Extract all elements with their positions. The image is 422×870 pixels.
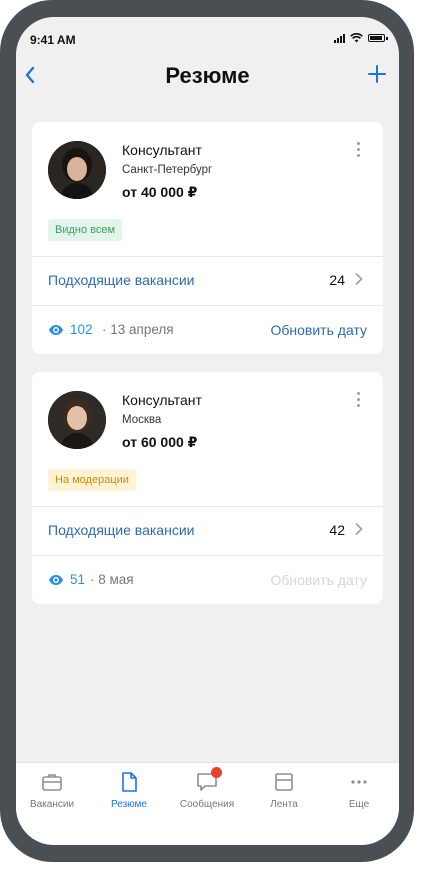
signal-icon: [334, 33, 345, 43]
tab-feed[interactable]: Лента: [254, 771, 314, 810]
resume-position: Консультант: [122, 392, 202, 408]
views-row: 102 · 13 апреля Обновить дату: [32, 306, 383, 354]
more-options-icon[interactable]: [355, 392, 361, 407]
tab-more[interactable]: Еще: [329, 771, 389, 810]
update-date: · 13 апреля: [102, 322, 174, 337]
update-date-button[interactable]: Обновить дату: [271, 572, 368, 588]
add-resume-button[interactable]: [365, 59, 389, 89]
tab-label: Сообщения: [179, 799, 235, 810]
status-badge: На модерации: [48, 469, 136, 491]
matching-vacancies-count: 42: [329, 522, 345, 538]
resume-salary: от 60 000 ₽: [122, 434, 198, 450]
eye-icon: [49, 575, 63, 585]
tab-label: Лента: [270, 799, 298, 810]
tab-vacancies[interactable]: Вакансии: [22, 771, 82, 810]
tab-resume[interactable]: Резюме: [99, 771, 159, 810]
resume-card[interactable]: Консультант Москва от 60 000 ₽ На модера…: [32, 372, 383, 604]
update-date-button[interactable]: Обновить дату: [271, 322, 368, 338]
resume-position: Консультант: [122, 142, 202, 158]
tab-label: Резюме: [111, 799, 147, 810]
status-icons: [334, 33, 388, 43]
plus-icon: [368, 65, 386, 83]
avatar: [48, 141, 106, 199]
resume-city: Москва: [122, 414, 162, 426]
feed-icon: [273, 771, 295, 793]
eye-icon: [49, 325, 63, 335]
matching-vacancies-row[interactable]: Подходящие вакансии 24: [32, 257, 383, 305]
chevron-right-icon: [355, 522, 363, 539]
more-icon: [348, 771, 370, 793]
matching-vacancies-count: 24: [329, 272, 345, 288]
resume-card[interactable]: Консультант Санкт-Петербург от 40 000 ₽ …: [32, 122, 383, 354]
resume-city: Санкт-Петербург: [122, 164, 213, 176]
app-screen: 9:41 AM Резюме Консультант Санкт-Петербу…: [16, 17, 399, 845]
tab-messages[interactable]: Сообщения: [177, 767, 237, 810]
avatar: [48, 391, 106, 449]
device-frame: 9:41 AM Резюме Консультант Санкт-Петербу…: [0, 0, 414, 862]
update-date: · 8 мая: [90, 572, 134, 587]
nav-bar: Резюме: [16, 59, 399, 95]
notification-dot: [211, 767, 222, 778]
tab-label: Вакансии: [29, 799, 75, 810]
wifi-icon: [350, 33, 363, 43]
document-icon: [118, 771, 140, 793]
views-count: 102: [70, 322, 93, 337]
matching-vacancies-row[interactable]: Подходящие вакансии 42: [32, 507, 383, 555]
tab-label: Еще: [348, 799, 370, 810]
matching-vacancies-label: Подходящие вакансии: [48, 522, 195, 538]
matching-vacancies-label: Подходящие вакансии: [48, 272, 195, 288]
status-time: 9:41 AM: [30, 33, 76, 47]
views-count: 51: [70, 572, 86, 587]
page-title: Резюме: [165, 63, 250, 88]
status-bar: 9:41 AM: [16, 17, 399, 53]
briefcase-icon: [41, 771, 63, 793]
chat-icon: [196, 767, 222, 793]
tab-bar: Вакансии Резюме Сообщения Лента Еще: [16, 762, 399, 845]
resume-salary: от 40 000 ₽: [122, 184, 198, 200]
more-options-icon[interactable]: [355, 142, 361, 157]
views-row: 51 · 8 мая Обновить дату: [32, 556, 383, 604]
chevron-right-icon: [355, 272, 363, 289]
battery-icon: [368, 34, 388, 42]
status-badge: Видно всем: [48, 219, 123, 241]
